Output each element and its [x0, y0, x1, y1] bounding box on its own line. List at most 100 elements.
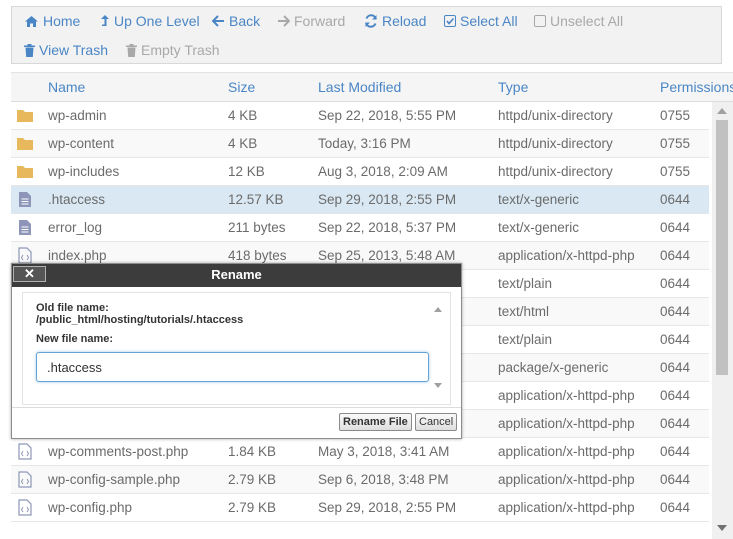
last-modified-cell: Today, 3:16 PM	[318, 136, 411, 151]
permissions-cell: 0644	[660, 192, 691, 207]
table-row[interactable]: error_log 211 bytes Sep 22, 2018, 5:37 PM t…	[11, 214, 709, 242]
arrow-left-icon	[212, 15, 224, 27]
file-type-cell: application/x-httpd-php	[498, 388, 635, 403]
file-type-cell: application/x-httpd-php	[498, 472, 635, 487]
level-up-icon	[101, 15, 109, 26]
file-name-cell: error_log	[48, 220, 103, 235]
file-type-cell: text/plain	[498, 332, 553, 347]
permissions-cell: 0644	[660, 360, 691, 375]
file-size-cell: 12.57 KB	[228, 192, 284, 207]
last-modified-cell: Sep 29, 2018, 2:55 PM	[318, 500, 457, 515]
up-one-level-label: Up One Level	[114, 13, 200, 29]
file-name-cell: wp-admin	[48, 108, 107, 123]
scroll-down-icon[interactable]	[717, 525, 727, 531]
home-button[interactable]: Home	[24, 13, 80, 29]
file-type-cell: httpd/unix-directory	[498, 164, 613, 179]
last-modified-cell: Sep 25, 2013, 5:48 AM	[318, 248, 456, 263]
home-label: Home	[43, 13, 81, 29]
table-row[interactable]: wp-includes 12 KB Aug 3, 2018, 2:09 AM http…	[11, 158, 709, 186]
select-all-label: Select All	[460, 13, 518, 29]
file-name-cell: index.php	[48, 248, 107, 263]
empty-trash-button[interactable]: Empty Trash	[126, 42, 220, 58]
table-row[interactable]: wp-admin 4 KB Sep 22, 2018, 5:55 PM httpd/u…	[11, 102, 709, 130]
last-modified-cell: Aug 3, 2018, 2:09 AM	[318, 164, 448, 179]
permissions-cell: 0755	[660, 136, 691, 151]
permissions-cell: 0644	[660, 472, 691, 487]
last-modified-cell: Sep 22, 2018, 5:55 PM	[318, 108, 457, 123]
text-file-icon	[16, 219, 34, 236]
file-size-cell: 12 KB	[228, 164, 265, 179]
rename-dialog: ✕ Rename Old file name: /public_html/hos…	[11, 263, 462, 439]
column-permissions-header[interactable]: Permissions	[660, 79, 733, 95]
refresh-icon	[365, 14, 377, 28]
forward-button[interactable]: Forward	[277, 13, 345, 29]
file-type-cell: package/x-generic	[498, 360, 609, 375]
file-name-cell: wp-comments-post.php	[48, 444, 189, 459]
checked-checkbox-icon	[444, 15, 456, 27]
table-row[interactable]: wp-config.php 2.79 KB Sep 29, 2018, 2:55 P…	[11, 494, 709, 522]
table-row[interactable]: wp-comments-post.php 1.84 KB May 3, 2018, …	[11, 438, 709, 466]
permissions-cell: 0644	[660, 248, 691, 263]
cancel-button[interactable]: Cancel	[415, 413, 458, 431]
file-name-cell: wp-config.php	[48, 500, 133, 515]
table-row[interactable]: wp-content 4 KB Today, 3:16 PM httpd/unix-d…	[11, 130, 709, 158]
select-all-button[interactable]: Select All	[444, 13, 518, 29]
new-file-name-input[interactable]	[36, 352, 429, 382]
permissions-cell: 0644	[660, 276, 691, 291]
file-size-cell: 418 bytes	[228, 248, 287, 263]
column-type-header[interactable]: Type	[498, 79, 528, 95]
file-size-cell: 1.84 KB	[228, 444, 277, 459]
file-name-cell: wp-includes	[48, 164, 120, 179]
unselect-all-label: Unselect All	[550, 13, 624, 29]
view-trash-label: View Trash	[39, 42, 108, 58]
empty-trash-label: Empty Trash	[141, 42, 220, 58]
last-modified-cell: Sep 22, 2018, 5:37 PM	[318, 220, 457, 235]
rename-file-button[interactable]: Rename File	[339, 413, 412, 431]
dialog-scrollbar[interactable]	[432, 302, 443, 392]
permissions-cell: 0644	[660, 444, 691, 459]
file-name-cell: .htaccess	[48, 192, 106, 207]
old-file-name-value: /public_html/hosting/tutorials/.htaccess	[36, 314, 244, 326]
view-trash-button[interactable]: View Trash	[24, 42, 108, 58]
table-row[interactable]: wp-config-sample.php 2.79 KB Sep 6, 2018, …	[11, 466, 709, 494]
file-type-cell: httpd/unix-directory	[498, 108, 613, 123]
table-row[interactable]: .htaccess 12.57 KB Sep 29, 2018, 2:55 PM te…	[11, 186, 709, 214]
up-one-level-button[interactable]: Up One Level	[100, 13, 200, 29]
permissions-cell: 0644	[660, 416, 691, 431]
back-button[interactable]: Back	[212, 13, 260, 29]
scroll-down-icon[interactable]	[434, 383, 442, 388]
folder-icon	[16, 163, 34, 180]
unselect-all-button[interactable]: Unselect All	[534, 13, 623, 29]
folder-icon	[16, 135, 34, 152]
file-type-cell: application/x-httpd-php	[498, 500, 635, 515]
file-type-cell: text/plain	[498, 276, 553, 291]
scroll-up-icon[interactable]	[717, 108, 727, 114]
home-icon	[25, 15, 38, 27]
column-size-header[interactable]: Size	[228, 79, 255, 95]
php-file-icon	[16, 443, 34, 460]
table-scrollbar[interactable]	[712, 102, 733, 539]
file-type-cell: application/x-httpd-php	[498, 416, 635, 431]
column-name-header[interactable]: Name	[48, 79, 85, 95]
trash-icon	[24, 43, 35, 57]
php-file-icon	[16, 247, 34, 264]
last-modified-cell: Sep 6, 2018, 3:48 PM	[318, 472, 449, 487]
file-type-cell: application/x-httpd-php	[498, 248, 635, 263]
permissions-cell: 0644	[660, 500, 691, 515]
scroll-up-icon[interactable]	[434, 307, 442, 312]
file-type-cell: text/html	[498, 304, 550, 319]
new-file-name-label: New file name:	[36, 333, 114, 345]
forward-label: Forward	[294, 13, 346, 29]
permissions-cell: 0755	[660, 164, 691, 179]
column-modified-header[interactable]: Last Modified	[318, 79, 401, 95]
dialog-title: Rename	[211, 267, 262, 282]
file-type-cell: text/x-generic	[498, 220, 580, 235]
permissions-cell: 0755	[660, 108, 691, 123]
last-modified-cell: Sep 29, 2018, 2:55 PM	[318, 192, 457, 207]
file-name-cell: wp-content	[48, 136, 115, 151]
scroll-thumb[interactable]	[716, 120, 728, 375]
file-size-cell: 4 KB	[228, 136, 258, 151]
php-file-icon	[16, 499, 34, 516]
file-size-cell: 2.79 KB	[228, 500, 277, 515]
reload-button[interactable]: Reload	[364, 13, 426, 29]
